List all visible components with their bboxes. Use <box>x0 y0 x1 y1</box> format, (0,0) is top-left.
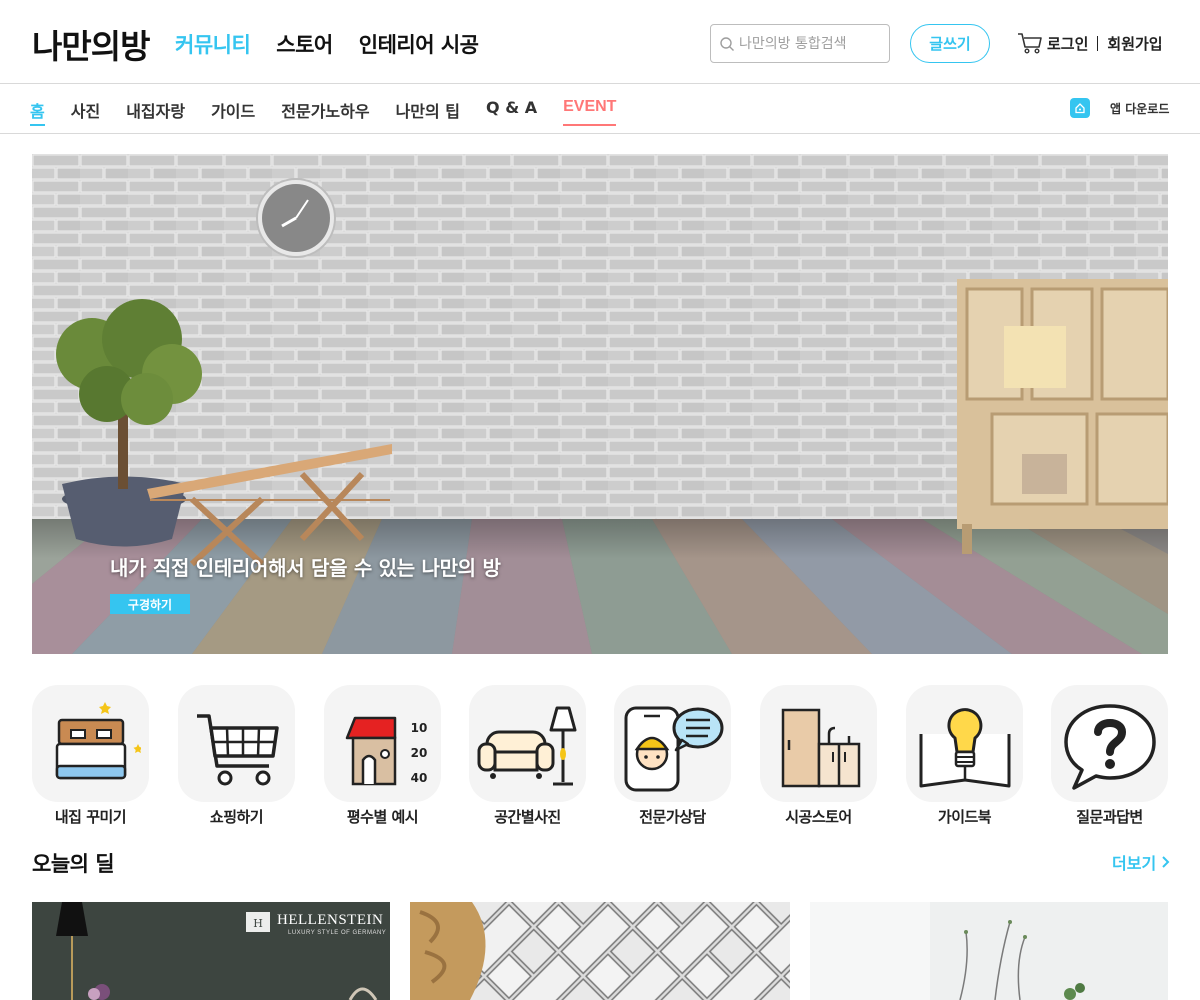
sub-nav-qna[interactable]: Q & A <box>486 98 537 126</box>
chevron-right-icon <box>1162 856 1170 868</box>
category-label: 쇼핑하기 <box>209 808 264 826</box>
category-tile <box>469 685 586 802</box>
deal-card[interactable]: H HELLENSTEIN LUXURY STYLE OF GERMANY <box>32 902 390 1000</box>
app-house-icon <box>1070 98 1090 118</box>
svg-text:H: H <box>253 917 263 930</box>
app-download-label: 앱 다운로드 <box>1110 101 1170 116</box>
category-label: 공간별사진 <box>494 808 561 826</box>
hero-browse-button[interactable]: 구경하기 <box>110 594 190 614</box>
category-tile <box>760 685 877 802</box>
signup-link[interactable]: 회원가입 <box>1107 33 1162 54</box>
category-tile <box>178 685 295 802</box>
phone-chat-icon <box>624 706 723 791</box>
nav-store[interactable]: 스토어 <box>276 29 333 59</box>
sub-nav-home[interactable]: 홈 <box>30 98 45 126</box>
sub-nav-tips[interactable]: 나만의 팁 <box>396 98 460 126</box>
category-label: 시공스토어 <box>785 808 852 826</box>
category-label: 내집 꾸미기 <box>54 808 127 826</box>
category-item-expert-consult[interactable]: 전문가상담 <box>614 685 731 827</box>
deal-card[interactable] <box>410 902 790 1000</box>
logo[interactable]: 나만의방 <box>32 20 150 68</box>
deal-brand-tagline: LUXURY STYLE OF GERMANY <box>288 930 387 936</box>
app-download[interactable]: 앱 다운로드 <box>1070 98 1169 118</box>
deal-image <box>810 902 1168 1000</box>
lightbulb-book-icon <box>919 707 1010 787</box>
category-item-size-examples[interactable]: 10 20 40 평수별 예시 <box>324 685 441 827</box>
cabinet-icon <box>781 708 860 787</box>
category-item-shopping[interactable]: 쇼핑하기 <box>178 685 295 827</box>
category-label: 가이드북 <box>937 808 992 826</box>
category-item-guidebook[interactable]: 가이드북 <box>906 685 1023 827</box>
sofa-lamp-icon <box>477 706 576 785</box>
write-button[interactable]: 글쓰기 <box>910 24 990 63</box>
sub-nav: 홈 사진 내집자랑 가이드 전문가노하우 나만의 팁 Q & A EVENT <box>0 84 1200 134</box>
deal-brand: HELLENSTEIN <box>277 912 384 928</box>
deal-image <box>410 902 790 1000</box>
category-tile <box>1051 685 1168 802</box>
search-icon <box>720 36 734 51</box>
house-number-10: 10 <box>410 721 427 735</box>
category-label: 전문가상담 <box>639 808 706 826</box>
category-tile <box>906 685 1023 802</box>
search-box[interactable] <box>710 24 890 63</box>
question-bubble-icon <box>1063 703 1156 790</box>
sub-nav-event[interactable]: EVENT <box>563 98 617 126</box>
nav-interior-construction[interactable]: 인테리어 시공 <box>359 29 479 59</box>
main-nav: 커뮤니티 스토어 인테리어 시공 <box>175 29 479 59</box>
category-label: 질문과답변 <box>1076 808 1143 826</box>
house-number-20: 20 <box>410 746 427 760</box>
category-item-room-photos[interactable]: 공간별사진 <box>469 685 586 827</box>
sub-nav-house-tour[interactable]: 내집자랑 <box>126 98 185 126</box>
divider <box>1097 36 1099 51</box>
sub-nav-photos[interactable]: 사진 <box>71 98 100 126</box>
top-header: 나만의방 커뮤니티 스토어 인테리어 시공 글쓰기 로그인 회원가입 <box>0 0 1200 84</box>
search-input[interactable] <box>739 35 879 52</box>
sub-nav-guide[interactable]: 가이드 <box>211 98 255 126</box>
category-tile <box>614 685 731 802</box>
section-title-todays-deal: 오늘의 딜 <box>32 852 115 876</box>
category-item-home-decor[interactable]: 내집 꾸미기 <box>32 685 149 827</box>
bed-icon <box>55 701 141 779</box>
house-icon: 10 20 40 <box>345 716 427 785</box>
hero-banner[interactable]: 내가 직접 인테리어해서 담을 수 있는 나만의 방 구경하기 <box>32 154 1168 654</box>
sub-nav-expert-knowhow[interactable]: 전문가노하우 <box>281 98 369 126</box>
category-tile <box>32 685 149 802</box>
hero-caption: 내가 직접 인테리어해서 담을 수 있는 나만의 방 <box>110 556 501 580</box>
category-tile: 10 20 40 <box>324 685 441 802</box>
sub-nav-items: 홈 사진 내집자랑 가이드 전문가노하우 나만의 팁 Q & A EVENT <box>30 98 642 126</box>
cart-icon <box>196 713 279 785</box>
category-item-construction-store[interactable]: 시공스토어 <box>760 685 877 827</box>
login-link[interactable]: 로그인 <box>1047 33 1088 54</box>
cart-icon[interactable] <box>1017 31 1043 55</box>
category-item-qna[interactable]: 질문과답변 <box>1051 685 1168 827</box>
category-label: 평수별 예시 <box>346 808 419 826</box>
more-link-label: 더보기 <box>1112 854 1157 873</box>
nav-community[interactable]: 커뮤니티 <box>175 29 251 59</box>
house-number-40: 40 <box>410 771 427 785</box>
more-link[interactable]: 더보기 <box>1112 850 1171 874</box>
auth-links: 로그인 회원가입 <box>1047 33 1163 54</box>
deal-card[interactable] <box>810 902 1168 1000</box>
